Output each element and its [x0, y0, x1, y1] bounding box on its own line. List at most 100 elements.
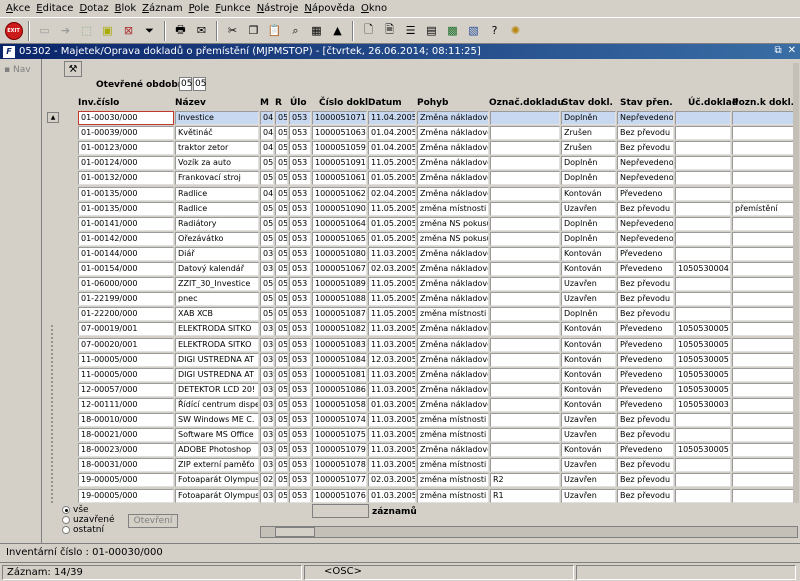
table-cell[interactable]: Změna nákladové: [417, 126, 489, 141]
table-cell[interactable]: Nepřevedeno: [617, 156, 674, 171]
table-cell[interactable]: 05: [275, 382, 288, 397]
table-cell[interactable]: 05: [275, 307, 288, 322]
table-cell[interactable]: 05: [260, 201, 274, 216]
excel-button[interactable]: ▩: [443, 21, 462, 40]
table-cell[interactable]: 18-00023/000: [78, 443, 174, 458]
table-cell[interactable]: 11.04.2005: [368, 111, 416, 125]
table-cell[interactable]: 1000051063: [312, 126, 367, 141]
filter-radio-closed[interactable]: uzavřené: [62, 515, 115, 525]
table-cell[interactable]: 053: [289, 262, 311, 276]
table-cell[interactable]: Změna nákladové: [417, 246, 489, 261]
table-cell[interactable]: Převedeno: [617, 322, 674, 337]
table-cell[interactable]: [732, 458, 798, 473]
table-cell[interactable]: [675, 473, 731, 488]
table-cell[interactable]: 07-00019/001: [78, 322, 174, 337]
table-cell[interactable]: ZZIT_30_Investice: [175, 277, 259, 292]
table-cell[interactable]: 1050530005: [675, 322, 731, 337]
open-button[interactable]: Otevření: [128, 514, 178, 528]
table-cell[interactable]: [675, 186, 731, 201]
table-cell[interactable]: [490, 216, 560, 231]
table-cell[interactable]: Uzavřen: [561, 292, 616, 307]
table-cell[interactable]: 04: [260, 111, 274, 125]
table-cell[interactable]: 03: [260, 352, 274, 367]
table-cell[interactable]: 1000051067: [312, 262, 367, 276]
table-cell[interactable]: 01.05.2005: [368, 171, 416, 186]
table-cell[interactable]: 01.03.2005: [368, 397, 416, 412]
table-cell[interactable]: [732, 246, 798, 261]
table-cell[interactable]: 053: [289, 292, 311, 307]
table-cell[interactable]: 04: [260, 141, 274, 156]
table-cell[interactable]: 05: [275, 246, 288, 261]
table-cell[interactable]: [732, 277, 798, 292]
table-cell[interactable]: 1000051083: [312, 337, 367, 352]
table-cell[interactable]: 053: [289, 231, 311, 246]
table-cell[interactable]: 11-00005/000: [78, 367, 174, 382]
help-button[interactable]: ?: [485, 21, 504, 40]
table-cell[interactable]: ADOBE Photoshop: [175, 443, 259, 458]
table-cell[interactable]: [490, 322, 560, 337]
table-cell[interactable]: Změna nákladové: [417, 397, 489, 412]
table-cell[interactable]: [732, 337, 798, 352]
table-cell[interactable]: 11.03.2005: [368, 413, 416, 427]
table-cell[interactable]: [675, 277, 731, 292]
table-cell[interactable]: 05: [275, 322, 288, 337]
exit-button[interactable]: EXIT: [4, 21, 23, 40]
menu-2[interactable]: Dotaz: [76, 3, 111, 14]
table-cell[interactable]: Zrušen: [561, 126, 616, 141]
table-cell[interactable]: 053: [289, 352, 311, 367]
table-cell[interactable]: 03: [260, 428, 274, 443]
table-cell[interactable]: 05: [260, 292, 274, 307]
table-cell[interactable]: 04: [260, 126, 274, 141]
table-cell[interactable]: Převedeno: [617, 262, 674, 276]
menu-3[interactable]: Blok: [112, 3, 140, 14]
table-cell[interactable]: 053: [289, 171, 311, 186]
table-cell[interactable]: 01-00142/000: [78, 231, 174, 246]
table-cell[interactable]: 11.03.2005: [368, 428, 416, 443]
table-cell[interactable]: 1000051084: [312, 352, 367, 367]
table-cell[interactable]: [675, 156, 731, 171]
table-cell[interactable]: [732, 413, 798, 427]
table-cell[interactable]: pnec: [175, 292, 259, 307]
table-cell[interactable]: R1: [490, 488, 560, 503]
table-cell[interactable]: 11.05.2005: [368, 201, 416, 216]
table-cell[interactable]: [732, 126, 798, 141]
table-cell[interactable]: [732, 216, 798, 231]
table-cell[interactable]: 1050530005: [675, 352, 731, 367]
scroll-up-button[interactable]: ▲: [47, 112, 59, 123]
table-cell[interactable]: 05: [275, 488, 288, 503]
table-cell[interactable]: 01-00141/000: [78, 216, 174, 231]
table-cell[interactable]: 1000051091: [312, 156, 367, 171]
table-cell[interactable]: [732, 367, 798, 382]
table-cell[interactable]: 05: [275, 111, 288, 125]
table-cell[interactable]: Bez převodu d: [617, 488, 674, 503]
table-cell[interactable]: 1000051071: [312, 111, 367, 125]
table-cell[interactable]: změna místnosti n: [417, 458, 489, 473]
table-cell[interactable]: [675, 216, 731, 231]
table-cell[interactable]: 01-00144/000: [78, 246, 174, 261]
table-cell[interactable]: 053: [289, 488, 311, 503]
table-cell[interactable]: 01-00124/000: [78, 156, 174, 171]
table-cell[interactable]: [732, 352, 798, 367]
info-button[interactable]: ✺: [506, 21, 525, 40]
table-cell[interactable]: 03: [260, 397, 274, 412]
table-cell[interactable]: [675, 201, 731, 216]
table-cell[interactable]: Uzavřen: [561, 488, 616, 503]
table-cell[interactable]: [675, 307, 731, 322]
table-cell[interactable]: [490, 458, 560, 473]
table-cell[interactable]: 18-00031/000: [78, 458, 174, 473]
copy-button[interactable]: ❐: [244, 21, 263, 40]
table-cell[interactable]: 01-00132/000: [78, 171, 174, 186]
table-cell[interactable]: Kontován: [561, 322, 616, 337]
menu-9[interactable]: Okno: [358, 3, 390, 14]
table-cell[interactable]: 053: [289, 337, 311, 352]
table-cell[interactable]: 053: [289, 277, 311, 292]
close-icon[interactable]: ✕: [788, 45, 796, 56]
table-cell[interactable]: 11.05.2005: [368, 307, 416, 322]
table-cell[interactable]: Radlice: [175, 201, 259, 216]
table-cell[interactable]: [490, 111, 560, 125]
table-cell[interactable]: 05: [260, 307, 274, 322]
table-cell[interactable]: Fotoaparát Olympus: [175, 473, 259, 488]
table-cell[interactable]: 11.03.2005: [368, 322, 416, 337]
table-cell[interactable]: 1000051082: [312, 322, 367, 337]
table-cell[interactable]: Převedeno: [617, 397, 674, 412]
